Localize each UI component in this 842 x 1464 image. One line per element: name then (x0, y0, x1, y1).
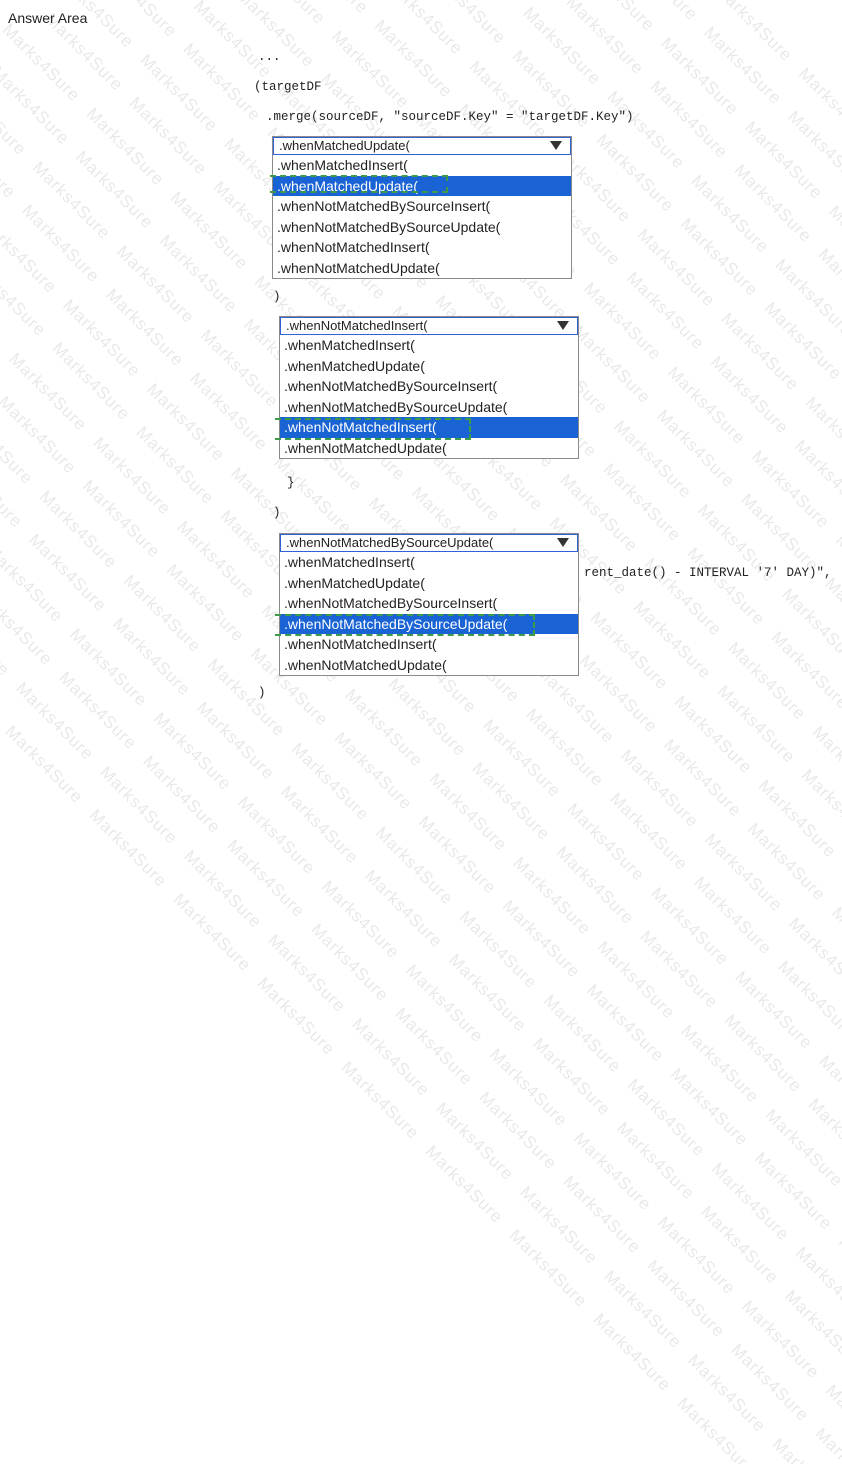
dropdown-3-option[interactable]: .whenMatchedUpdate( (280, 573, 578, 594)
dropdown-1-option[interactable]: .whenNotMatchedInsert( (273, 237, 571, 258)
dropdown-3-option[interactable]: .whenMatchedInsert( (280, 552, 578, 573)
dropdown-2-option[interactable]: .whenNotMatchedUpdate( (280, 438, 578, 459)
dropdown-3-select[interactable]: .whenNotMatchedBySourceUpdate( (280, 534, 578, 552)
code-brace-1: } (287, 476, 295, 490)
dropdown-2-select[interactable]: .whenNotMatchedInsert( (280, 317, 578, 335)
dropdown-1-option[interactable]: .whenNotMatchedBySourceUpdate( (273, 217, 571, 238)
code-merge-line: .merge(sourceDF, "sourceDF.Key" = "targe… (266, 110, 634, 124)
dropdown-1-chevron-down-icon[interactable] (542, 138, 570, 154)
dropdown-3-option[interactable]: .whenNotMatchedInsert( (280, 634, 578, 655)
dropdown-3-options: .whenMatchedInsert( .whenMatchedUpdate( … (280, 552, 578, 675)
dropdown-3-option-highlighted[interactable]: .whenNotMatchedBySourceUpdate( (280, 613, 578, 634)
dropdown-1-selected-value: .whenMatchedUpdate( (279, 138, 410, 153)
dropdown-2-chevron-down-icon[interactable] (549, 318, 577, 334)
code-paren-3: ) (273, 506, 281, 520)
code-paren-1: ) (273, 290, 281, 304)
dropdown-2-option[interactable]: .whenMatchedUpdate( (280, 356, 578, 377)
answer-area-title: Answer Area (8, 10, 88, 26)
dropdown-2-option-highlighted[interactable]: .whenNotMatchedInsert( (280, 417, 578, 438)
code-paren-4: ) (258, 686, 266, 700)
dropdown-2-selected-value: .whenNotMatchedInsert( (286, 318, 428, 333)
dropdown-3-chevron-down-icon[interactable] (549, 535, 577, 551)
dropdown-2-option[interactable]: .whenNotMatchedBySourceUpdate( (280, 397, 578, 418)
code-target-open: (targetDF (254, 80, 322, 94)
dropdown-1[interactable]: .whenMatchedUpdate( .whenMatchedInsert( … (272, 136, 572, 279)
dropdown-3[interactable]: .whenNotMatchedBySourceUpdate( .whenMatc… (279, 533, 579, 676)
dropdown-1-options: .whenMatchedInsert( .whenMatchedUpdate( … (273, 155, 571, 278)
dropdown-3-option[interactable]: .whenNotMatchedBySourceInsert( (280, 593, 578, 614)
dropdown-1-option[interactable]: .whenNotMatchedBySourceInsert( (273, 196, 571, 217)
dropdown-1-option-highlighted[interactable]: .whenMatchedUpdate( (273, 175, 571, 196)
dropdown-2-options: .whenMatchedInsert( .whenMatchedUpdate( … (280, 335, 578, 458)
dropdown-1-option[interactable]: .whenNotMatchedUpdate( (273, 258, 571, 279)
dropdown-3-option[interactable]: .whenNotMatchedUpdate( (280, 655, 578, 676)
dropdown-3-selected-value: .whenNotMatchedBySourceUpdate( (286, 535, 494, 550)
code-partial-condition: rent_date() - INTERVAL '7' DAY)", (584, 566, 832, 580)
code-ellipsis: ... (258, 50, 281, 64)
dropdown-2[interactable]: .whenNotMatchedInsert( .whenMatchedInser… (279, 316, 579, 459)
dropdown-2-option[interactable]: .whenNotMatchedBySourceInsert( (280, 376, 578, 397)
dropdown-1-option[interactable]: .whenMatchedInsert( (273, 155, 571, 176)
dropdown-1-select[interactable]: .whenMatchedUpdate( (273, 137, 571, 155)
dropdown-2-option[interactable]: .whenMatchedInsert( (280, 335, 578, 356)
